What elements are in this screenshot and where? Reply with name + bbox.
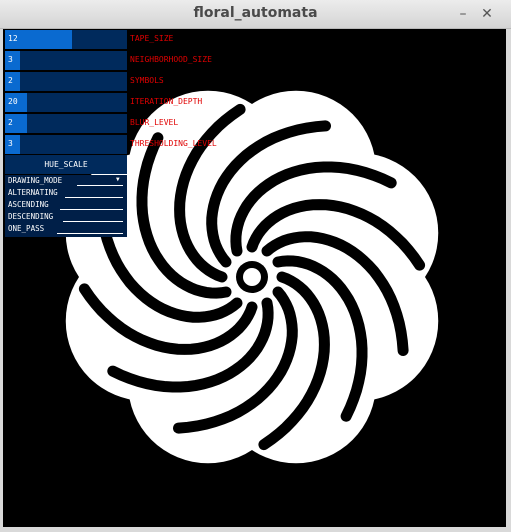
option-label: ASCENDING [8,200,49,209]
dropdown-selected-label: DRAWING_MODE [8,176,63,185]
center-dot [243,268,261,286]
slider-iteration-depth[interactable]: 20 [5,93,127,112]
option-underline [57,233,123,234]
drawing-mode-dropdown[interactable]: DRAWING_MODE ▼ ALTERNATING ASCENDING DES… [5,175,127,237]
option-underline [60,209,123,210]
dropdown-option[interactable]: ASCENDING [5,199,127,211]
chevron-down-icon: ▼ [116,176,120,183]
slider-label: ITERATION_DEPTH [130,97,203,106]
option-underline [65,197,123,198]
slider-label: BLUR_LEVEL [130,118,179,127]
slider-value: 3 [8,139,13,148]
close-icon[interactable]: ✕ [479,6,495,22]
slider-tape-size[interactable]: 12 [5,30,127,49]
slider-thresholding-level[interactable]: 3 [5,135,127,154]
title-bar[interactable]: floral_automata – ✕ [0,0,511,29]
dropdown-option[interactable]: DESCENDING [5,211,127,223]
hue-scale-button[interactable]: HUE_SCALE [5,155,127,174]
dropdown-underline [77,185,123,186]
option-label: ALTERNATING [8,188,58,197]
option-label: ONE_PASS [8,224,45,233]
slider-label: NEIGHBORHOOD_SIZE [130,55,212,64]
dropdown-option[interactable]: ALTERNATING [5,187,127,199]
app-window: floral_automata – ✕ 12 TAPE_SIZE 3 NEIGHBOR… [0,0,511,532]
slider-symbols[interactable]: 2 [5,72,127,91]
slider-value: 2 [8,76,13,85]
slider-label: THRESHOLDING_LEVEL [130,139,217,148]
slider-value: 3 [8,55,13,64]
slider-value: 12 [8,34,18,43]
option-underline [63,221,123,222]
hue-scale-label: HUE_SCALE [44,160,88,169]
window-title: floral_automata [193,5,318,21]
slider-value: 2 [8,118,13,127]
option-label: DESCENDING [8,212,54,221]
dropdown-option[interactable]: ONE_PASS [5,223,127,235]
slider-label: TAPE_SIZE [130,34,174,43]
render-canvas[interactable]: 12 TAPE_SIZE 3 NEIGHBORHOOD_SIZE 2 SYMBOLS 20 I… [3,29,506,527]
minimize-icon[interactable]: – [455,6,471,22]
slider-neighborhood-size[interactable]: 3 [5,51,127,70]
slider-blur-level[interactable]: 2 [5,114,127,133]
slider-label: SYMBOLS [130,76,164,85]
dropdown-selected[interactable]: DRAWING_MODE ▼ [5,175,127,187]
slider-value: 20 [8,97,18,106]
